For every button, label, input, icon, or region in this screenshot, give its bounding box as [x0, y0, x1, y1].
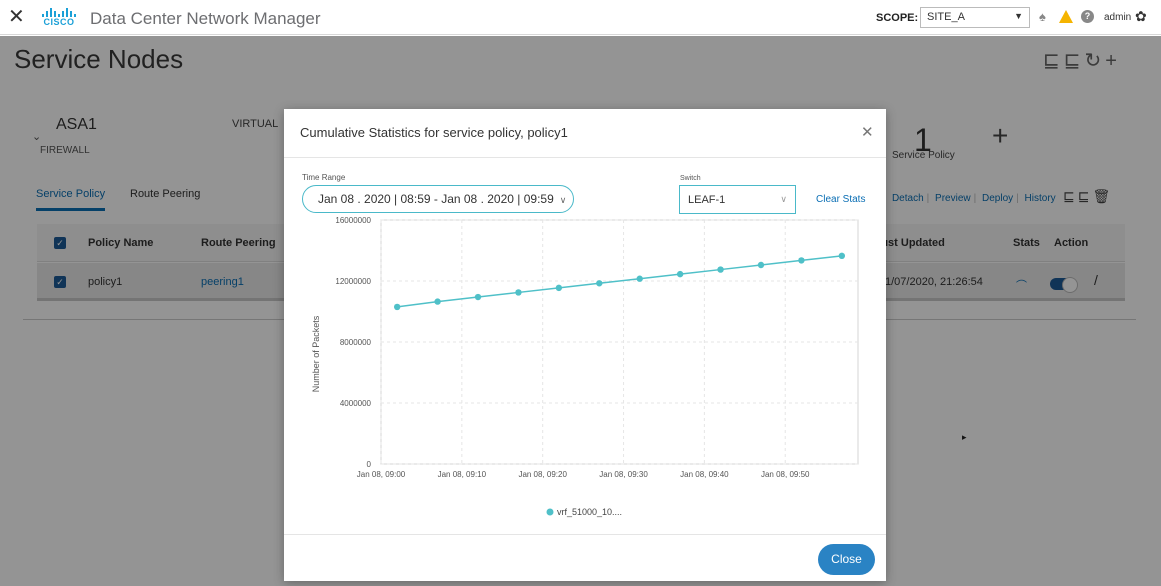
y-axis-label: Number of Packets [311, 315, 321, 392]
data-point [515, 289, 522, 296]
legend-marker [546, 508, 554, 516]
scope-value: SITE_A [927, 11, 965, 23]
y-tick-label: 12000000 [335, 277, 371, 286]
scope-label: SCOPE: [876, 12, 919, 24]
clear-stats-link[interactable]: Clear Stats [816, 194, 865, 205]
x-tick-label: Jan 08, 09:10 [438, 470, 487, 479]
switch-value: LEAF-1 [688, 194, 726, 206]
y-tick-label: 0 [367, 460, 372, 469]
y-axis: 0 4000000 8000000 12000000 16000000 [335, 216, 371, 469]
chevron-down-icon: ∨ [559, 195, 567, 205]
close-icon[interactable]: ✕ [861, 123, 874, 141]
x-tick-label: Jan 08, 09:30 [599, 470, 648, 479]
cisco-logo: CISCO [42, 8, 76, 30]
time-range-label: Time Range [302, 173, 346, 182]
data-point [434, 298, 441, 305]
statistics-modal: Cumulative Statistics for service policy… [284, 109, 886, 581]
chevron-down-icon: ∨ [780, 194, 787, 204]
modal-divider [284, 157, 886, 158]
plot-frame [380, 219, 859, 465]
time-range-value: Jan 08 . 2020 | 08:59 - Jan 08 . 2020 | … [318, 192, 554, 206]
x-tick-label: Jan 08, 09:40 [680, 470, 729, 479]
y-tick-label: 16000000 [335, 216, 371, 225]
legend-label: vrf_51000_10.... [557, 507, 622, 517]
data-point [636, 275, 643, 282]
data-point [474, 293, 482, 301]
app-title: Data Center Network Manager [90, 9, 321, 28]
modal-footer-divider [284, 534, 886, 535]
y-tick-label: 8000000 [340, 338, 372, 347]
caret-down-icon: ▼ [1014, 11, 1023, 21]
data-point [838, 252, 846, 260]
cisco-logo-bars [42, 8, 76, 17]
switch-label: Switch [680, 175, 701, 182]
x-tick-label: Jan 08, 09:50 [761, 470, 810, 479]
chart-grid [380, 219, 859, 465]
modal-title: Cumulative Statistics for service policy… [300, 125, 568, 140]
x-axis: Jan 08, 09:00 Jan 08, 09:10 Jan 08, 09:20 J… [357, 470, 810, 479]
chart-legend: vrf_51000_10.... [546, 507, 622, 517]
cisco-logo-word: CISCO [43, 17, 75, 27]
series-line [397, 255, 842, 308]
y-tick-label: 4000000 [340, 399, 372, 408]
data-point [555, 284, 563, 292]
data-point [676, 270, 684, 278]
help-icon[interactable]: ? [1081, 10, 1094, 23]
x-tick-label: Jan 08, 09:20 [518, 470, 567, 479]
user-name[interactable]: admin [1104, 12, 1131, 23]
data-point [393, 303, 401, 311]
close-icon[interactable]: ✕ [8, 6, 25, 28]
top-bar: ✕ CISCO Data Center Network Manager SCOP… [0, 0, 1161, 35]
data-point [596, 280, 603, 287]
gear-icon[interactable]: ✿ [1135, 8, 1147, 25]
data-point [798, 257, 805, 264]
data-point [717, 266, 724, 273]
data-point [757, 261, 765, 269]
close-button[interactable]: Close [818, 544, 875, 575]
x-tick-label: Jan 08, 09:00 [357, 470, 406, 479]
scope-select[interactable]: SITE_A ▼ [920, 7, 1030, 28]
warning-icon[interactable] [1059, 10, 1073, 23]
packets-line-chart: 0 4000000 8000000 12000000 16000000 Jan 08, … [311, 216, 859, 517]
bell-icon[interactable]: ♠ [1039, 10, 1046, 24]
